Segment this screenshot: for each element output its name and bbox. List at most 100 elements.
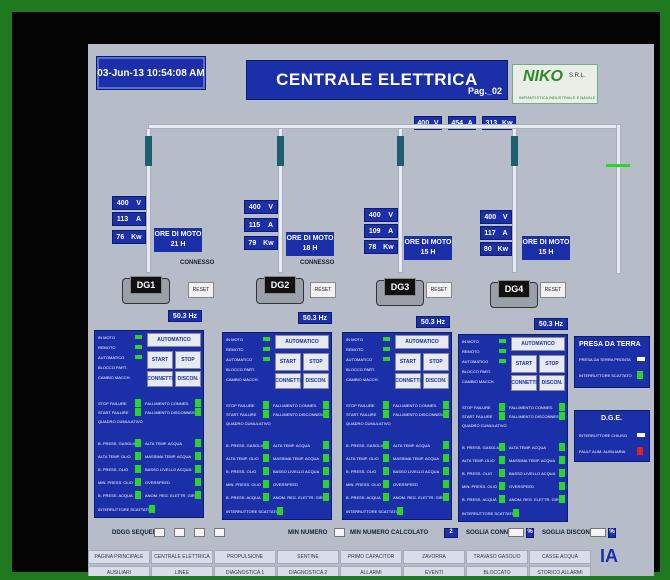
alarm-label: OVERSPEED	[145, 480, 170, 485]
alarm-label: ANOM. REG. ELETTR. GIR.	[273, 495, 324, 500]
dg3-control-panel: IN MOTO REMOTO AUTOMATICO BLOCCO PART. CAMBI…	[342, 332, 452, 520]
alarm-led	[323, 454, 329, 462]
alarm-label: ALTA TEMP. ACQUA	[145, 441, 183, 446]
dg4-current: 117 A	[480, 226, 512, 240]
soglia-disc-percent: %	[608, 528, 616, 538]
interruttore-led	[397, 507, 403, 515]
alarm-label: START FAILURE	[462, 414, 493, 419]
nav-button[interactable]: ZAVORRA	[403, 550, 465, 564]
nav-button[interactable]: CENTRALE ELETTRICA	[151, 550, 213, 564]
stop-button[interactable]: STOP	[175, 351, 201, 369]
dge-title: D.G.E.	[601, 415, 623, 422]
min-numero-input[interactable]	[334, 528, 345, 537]
status-label: IN MOTO	[226, 337, 244, 342]
dg4-reset-button[interactable]: RESET	[540, 282, 566, 298]
nav-button[interactable]: CASSE ACQUA	[529, 550, 591, 564]
alarm-label: OVERSPEED	[273, 482, 298, 487]
nav-button[interactable]: ALLARMI	[340, 566, 402, 576]
dge-fault: FAULT ALIM. AUSILIARIA	[579, 449, 626, 454]
alarm-led	[499, 482, 505, 490]
automatico-button[interactable]: AUTOMATICO	[275, 335, 329, 349]
alarm-label: STOP FAILURE	[98, 401, 127, 406]
presa-da-terra-panel: PRESA DA TERRA PRESA DA TERRA PRONTA INT…	[574, 336, 650, 388]
status-led	[383, 337, 390, 341]
alarm-led	[135, 399, 141, 407]
automatico-button[interactable]: AUTOMATICO	[147, 333, 201, 347]
nav-button[interactable]: SENTINE	[277, 550, 339, 564]
nav-button[interactable]: EVENTI	[403, 566, 465, 576]
dg1-reset-button[interactable]: RESET	[188, 282, 214, 298]
start-button[interactable]: START	[147, 351, 173, 369]
alarm-led	[135, 439, 141, 447]
sequence-slot-2[interactable]	[174, 528, 185, 537]
stop-button[interactable]: STOP	[539, 355, 565, 373]
alarm-led	[559, 469, 565, 477]
alarm-label: MASSIMA TEMP. ACQUA	[145, 454, 192, 459]
dg3-reset-button[interactable]: RESET	[426, 282, 452, 298]
nav-button[interactable]: AUSILIARI	[88, 566, 150, 576]
disconn-button[interactable]: DISCON.	[539, 375, 565, 391]
nav-button[interactable]: LINEE	[151, 566, 213, 576]
stop-button[interactable]: STOP	[423, 353, 449, 371]
logo-subtitle: IMPIANTISTICA INDUSTRIALE E NAVALE	[519, 95, 596, 100]
nav-button[interactable]: DIAGNOSTICA 1	[214, 566, 276, 576]
busbar-line	[148, 124, 620, 129]
alarm-led	[443, 480, 449, 488]
alarm-label: MIN. PRESS. OLIO	[462, 484, 497, 489]
automatico-button[interactable]: AUTOMATICO	[511, 337, 565, 351]
nav-button[interactable]: STORICO ALLARMI	[529, 566, 591, 576]
alarm-led	[135, 408, 141, 416]
alarm-led	[559, 412, 565, 420]
alarm-label: FALLIMENTO CONNES.	[509, 405, 554, 410]
disconn-button[interactable]: DISCON.	[423, 373, 449, 389]
sequence-slot-3[interactable]	[194, 528, 205, 537]
disconn-button[interactable]: DISCON.	[303, 373, 329, 389]
status-led	[383, 347, 390, 351]
interruttore-led	[513, 509, 519, 517]
dg4-engine-icon: DG4	[486, 274, 542, 310]
alarm-led	[499, 403, 505, 411]
nav-button[interactable]: PAGINA PRINCIPALE	[88, 550, 150, 564]
automatico-button[interactable]: AUTOMATICO	[395, 335, 449, 349]
status-label: REMOTO	[226, 347, 244, 352]
status-label: AUTOMATICO	[462, 359, 489, 364]
connetti-button[interactable]: CONNETTI	[511, 375, 537, 391]
start-button[interactable]: START	[275, 353, 301, 371]
soglia-conn-input[interactable]	[508, 528, 524, 537]
connetti-button[interactable]: CONNETTI	[395, 373, 421, 389]
alarm-label: FALLIMENTO DISCONNES.	[393, 412, 444, 417]
alarm-label: QUADRO CUMULATIVO	[462, 423, 507, 428]
nav-button[interactable]: PROPULSIONE	[214, 550, 276, 564]
connetti-button[interactable]: CONNETTI	[275, 373, 301, 389]
stop-button[interactable]: STOP	[303, 353, 329, 371]
dge-closed-led	[637, 433, 645, 437]
alarm-label: OVERSPEED	[393, 482, 418, 487]
nav-button[interactable]: DIAGNOSTICA 2	[277, 566, 339, 576]
alarm-label: BASSO LIVELLO ACQUA	[393, 469, 440, 474]
dg2-reset-button[interactable]: RESET	[310, 282, 336, 298]
soglia-disc-input[interactable]	[590, 528, 606, 537]
nav-button[interactable]: TRAVASO GASOLIO	[466, 550, 528, 564]
alarm-label: QUADRO CUMULATIVO	[346, 421, 391, 426]
nav-button[interactable]: BLOCCATO	[466, 566, 528, 576]
connetti-button[interactable]: CONNETTI	[147, 371, 173, 387]
sequence-slot-4[interactable]	[214, 528, 225, 537]
start-button[interactable]: START	[395, 353, 421, 371]
dg2-voltage: 400 V	[244, 200, 278, 214]
alarm-label: B. PRESS. ACQUA	[462, 497, 497, 502]
alarm-led	[559, 495, 565, 503]
disconn-button[interactable]: DISCON.	[175, 371, 201, 387]
status-label: REMOTO	[346, 347, 364, 352]
alarm-label: B. PRESS. OLIO	[346, 469, 377, 474]
dg3-label: DG3	[384, 278, 416, 296]
status-label: BLOCCO PART.	[346, 367, 375, 372]
nav-button[interactable]: PRIMO CAPACITOR	[340, 550, 402, 564]
sequence-slot-1[interactable]	[154, 528, 165, 537]
soglia-conn-percent: %	[526, 528, 534, 538]
presa-da-terra-ready-led	[637, 357, 645, 361]
alarm-led	[195, 478, 201, 486]
alarm-label: BASSO LIVELLO ACQUA	[145, 467, 192, 472]
start-button[interactable]: START	[511, 355, 537, 373]
dg2-engine-icon: DG2	[252, 270, 308, 306]
alarm-led	[135, 452, 141, 460]
